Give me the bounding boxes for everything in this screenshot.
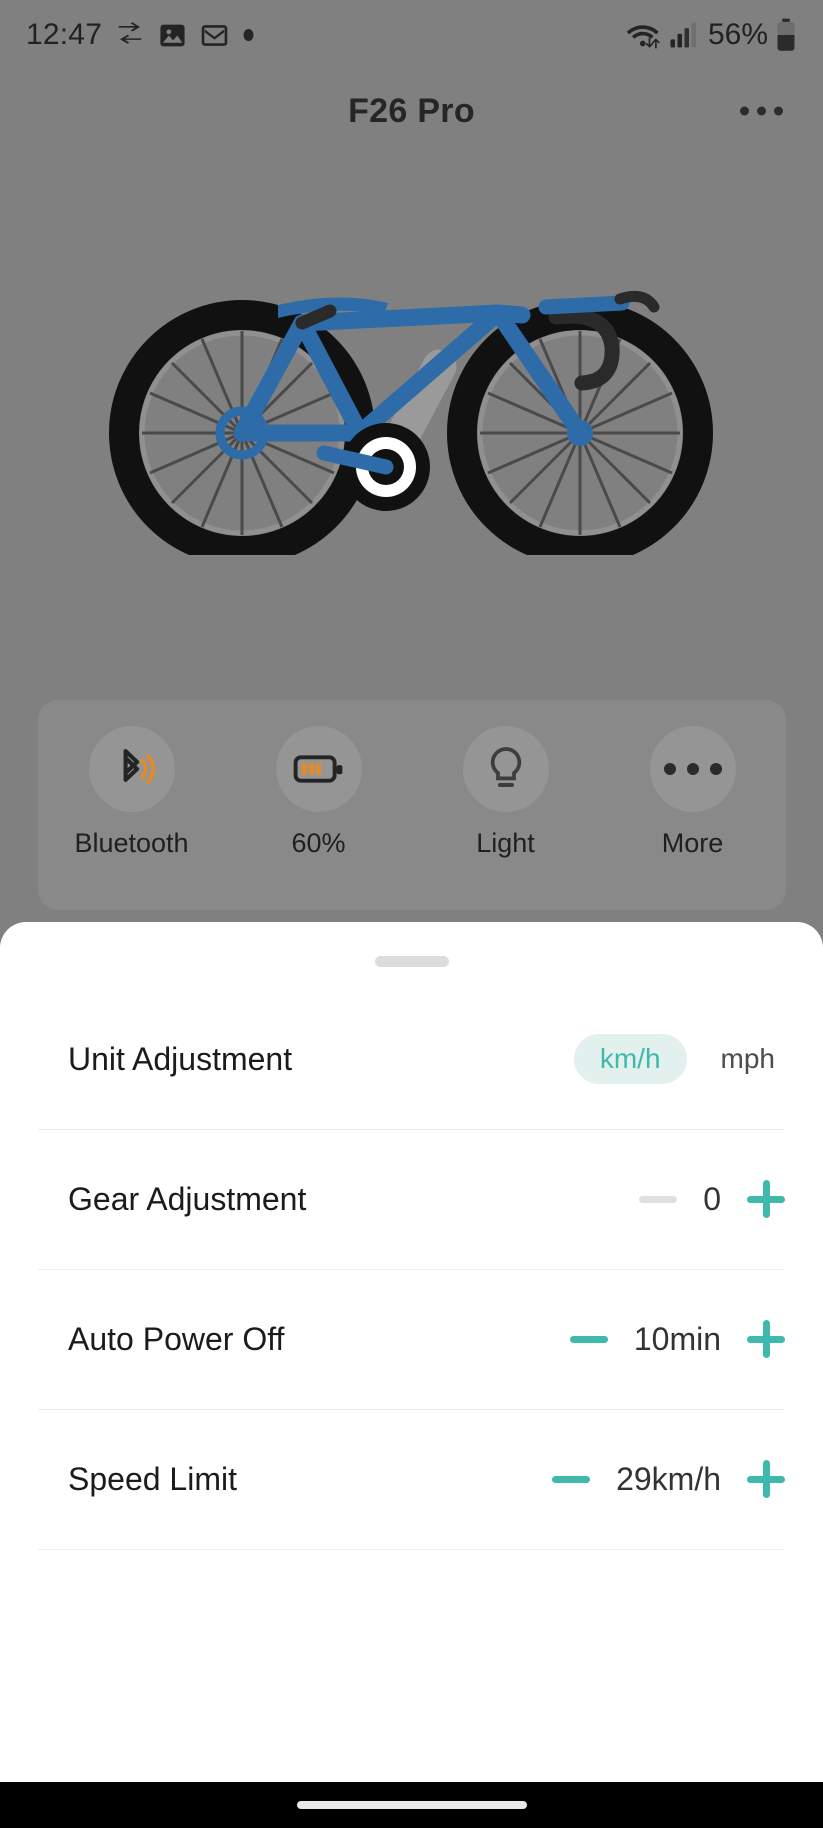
settings-row-auto-power-off: Auto Power Off 10min bbox=[0, 1269, 823, 1409]
light-button[interactable] bbox=[462, 726, 549, 812]
more-horizontal-icon bbox=[663, 763, 722, 775]
gear-increment-button[interactable] bbox=[747, 1180, 785, 1218]
photo-icon bbox=[158, 21, 187, 50]
system-nav-bar bbox=[0, 1782, 823, 1828]
gear-decrement-button[interactable] bbox=[639, 1195, 678, 1203]
auto-power-off-value: 10min bbox=[633, 1320, 721, 1357]
quick-action-label: Light bbox=[476, 828, 535, 858]
app-header: F26 Pro bbox=[0, 70, 823, 152]
settings-list: Unit Adjustment km/h mph Gear Adjustment… bbox=[0, 989, 823, 1550]
transfer-arrows-icon bbox=[115, 20, 145, 50]
bluetooth-icon bbox=[123, 749, 155, 784]
bicycle-illustration bbox=[0, 175, 823, 575]
phone-screen: 12:47 56% F26 Pro Bluetooth 60% Light Mo… bbox=[0, 0, 823, 1828]
quick-actions-panel: Bluetooth 60% Light More bbox=[38, 700, 786, 910]
more-horizontal-icon[interactable] bbox=[740, 106, 783, 116]
battery-icon bbox=[775, 18, 797, 52]
auto-power-off-increment-button[interactable] bbox=[747, 1320, 785, 1358]
quick-action-label: More bbox=[661, 828, 724, 858]
gear-stepper: 0 bbox=[639, 1180, 785, 1218]
row-label: Unit Adjustment bbox=[68, 1040, 293, 1077]
speed-limit-increment-button[interactable] bbox=[747, 1460, 785, 1498]
settings-row-gear-adjustment: Gear Adjustment 0 bbox=[0, 1129, 823, 1269]
battery-button[interactable] bbox=[275, 726, 362, 812]
page-title: F26 Pro bbox=[348, 91, 475, 130]
dot-icon bbox=[242, 27, 255, 43]
row-label: Speed Limit bbox=[68, 1460, 237, 1497]
unit-option-kmh[interactable]: km/h bbox=[573, 1034, 687, 1084]
status-battery-percent: 56% bbox=[707, 18, 768, 51]
settings-bottom-sheet: Unit Adjustment km/h mph Gear Adjustment… bbox=[0, 922, 823, 1782]
status-time: 12:47 bbox=[26, 18, 103, 51]
quick-action-label: 60% bbox=[291, 828, 346, 858]
unit-option-mph[interactable]: mph bbox=[721, 1043, 785, 1075]
gear-value: 0 bbox=[703, 1180, 721, 1217]
status-bar-right: 56% bbox=[626, 18, 797, 52]
cellular-signal-icon bbox=[669, 20, 697, 50]
unit-segmented-control: km/h mph bbox=[573, 1034, 785, 1084]
battery-icon bbox=[293, 755, 342, 783]
settings-row-speed-limit: Speed Limit 29km/h bbox=[0, 1409, 823, 1549]
quick-action-bluetooth[interactable]: Bluetooth bbox=[38, 726, 225, 859]
quick-action-light[interactable]: Light bbox=[412, 726, 599, 859]
settings-row-unit-adjustment: Unit Adjustment km/h mph bbox=[0, 989, 823, 1129]
wifi-icon bbox=[626, 19, 662, 51]
auto-power-off-stepper: 10min bbox=[569, 1320, 785, 1358]
more-button[interactable] bbox=[649, 726, 736, 812]
speed-limit-stepper: 29km/h bbox=[552, 1460, 785, 1498]
bluetooth-button[interactable] bbox=[88, 726, 175, 812]
status-bar: 12:47 56% bbox=[0, 0, 823, 70]
drag-handle[interactable] bbox=[374, 956, 449, 967]
quick-action-more[interactable]: More bbox=[599, 726, 786, 859]
row-label: Gear Adjustment bbox=[68, 1180, 307, 1217]
speed-limit-value: 29km/h bbox=[616, 1460, 721, 1497]
speed-limit-decrement-button[interactable] bbox=[552, 1475, 591, 1483]
quick-action-label: Bluetooth bbox=[74, 828, 189, 858]
status-bar-left: 12:47 bbox=[26, 18, 255, 52]
quick-action-battery[interactable]: 60% bbox=[225, 726, 412, 859]
home-indicator[interactable] bbox=[296, 1801, 527, 1809]
mail-icon bbox=[200, 21, 229, 50]
light-bulb-icon bbox=[490, 747, 521, 787]
row-label: Auto Power Off bbox=[68, 1320, 285, 1357]
auto-power-off-decrement-button[interactable] bbox=[569, 1335, 608, 1343]
